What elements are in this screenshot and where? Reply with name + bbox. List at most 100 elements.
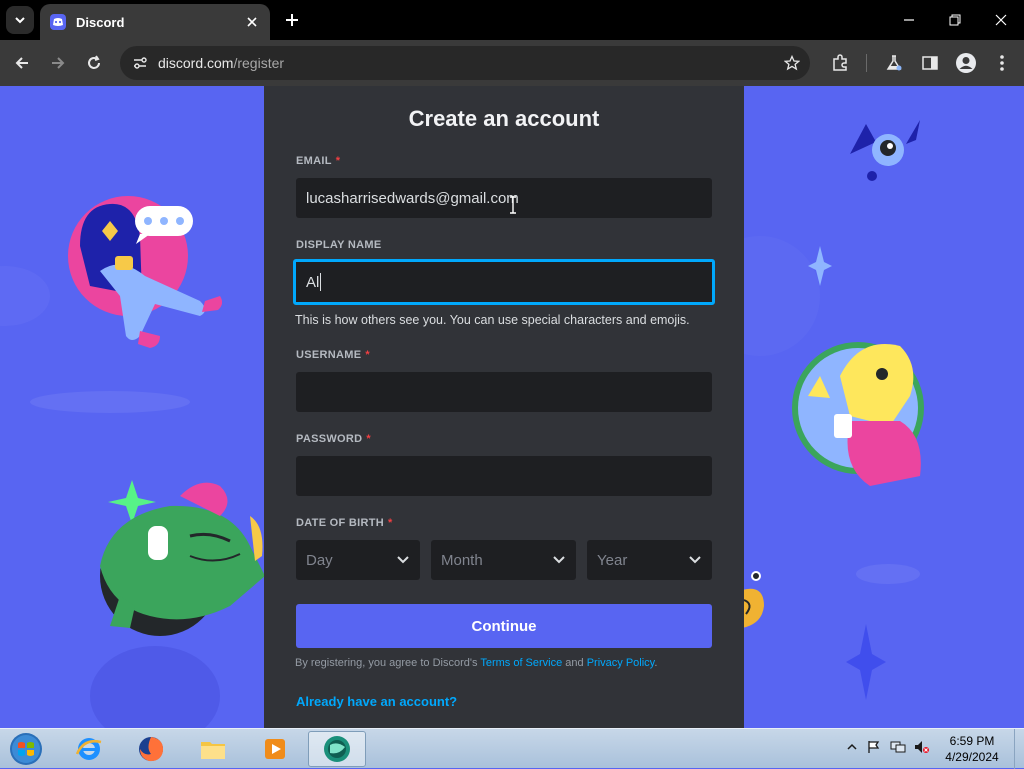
flying-creature-illustration (850, 120, 920, 181)
chevron-up-icon (847, 743, 857, 750)
month-select-value: Month (441, 551, 483, 569)
address-bar[interactable]: discord.com/register (120, 46, 810, 80)
tab-search-button[interactable] (6, 6, 34, 34)
username-field[interactable] (296, 372, 712, 412)
firefox-icon (139, 737, 164, 762)
tab-strip: Discord (0, 0, 1024, 40)
tab-discord[interactable]: Discord (40, 4, 270, 40)
puzzle-icon (833, 54, 847, 71)
cloud-decoration (90, 646, 220, 728)
new-tab-button[interactable] (280, 8, 304, 32)
cloud-decoration (30, 391, 190, 413)
minimize-icon (904, 19, 914, 21)
password-label-text: PASSWORD (296, 433, 363, 445)
site-info-icon[interactable] (130, 53, 150, 73)
password-field[interactable] (296, 456, 712, 496)
dob-label: DATE OF BIRTH * (296, 517, 393, 529)
required-marker: * (388, 517, 393, 529)
text-cursor-icon (510, 196, 516, 214)
bookmark-star-button[interactable] (782, 53, 802, 73)
register-card: Create an account EMAIL * lucasharrisedwa… (264, 86, 744, 728)
tab-close-button[interactable] (244, 14, 260, 30)
clock-time: 6:59 PM (949, 734, 995, 748)
flag-icon (868, 741, 880, 753)
browser-toolbar: discord.com/register (0, 40, 1024, 86)
dob-label-text: DATE OF BIRTH (296, 517, 385, 529)
peeking-creature-illustration (742, 571, 764, 628)
system-clock[interactable]: 6:59 PM 4/29/2024 (935, 733, 1009, 765)
browser-menu-button[interactable] (988, 49, 1016, 77)
display-name-field[interactable]: Al (293, 259, 715, 305)
chevron-down-icon (553, 556, 565, 564)
internet-explorer-icon (75, 738, 102, 760)
side-panel-icon (922, 56, 938, 70)
close-window-button[interactable] (978, 0, 1024, 40)
discord-favicon-icon (50, 14, 66, 30)
arrow-right-icon (52, 57, 65, 69)
display-name-value: Al (306, 273, 320, 291)
show-desktop-button[interactable] (1014, 729, 1024, 769)
url-text: discord.com/register (158, 55, 284, 71)
email-label-text: EMAIL (296, 155, 332, 167)
profile-button[interactable] (952, 49, 980, 77)
labs-button[interactable] (880, 49, 908, 77)
sparkle-icon (846, 624, 886, 700)
email-field[interactable]: lucasharrisedwards@gmail.com (296, 178, 712, 218)
taskbar-firefox[interactable] (126, 731, 176, 767)
privacy-policy-link[interactable]: Privacy Policy (587, 657, 655, 669)
folder-icon (201, 742, 225, 759)
restore-button[interactable] (932, 0, 978, 40)
network-button[interactable] (890, 739, 906, 755)
url-domain: discord.com (158, 55, 234, 71)
taskbar-chrome-active[interactable] (308, 731, 366, 767)
day-select-value: Day (306, 551, 333, 569)
display-name-label: DISPLAY NAME (296, 239, 382, 251)
taskbar-media-player[interactable] (250, 731, 300, 767)
back-button[interactable] (8, 49, 36, 77)
extensions-button[interactable] (826, 49, 854, 77)
reload-button[interactable] (80, 49, 108, 77)
day-select[interactable]: Day (296, 540, 420, 580)
continue-button[interactable]: Continue (296, 604, 712, 648)
text-caret (320, 273, 322, 291)
minimize-button[interactable] (886, 0, 932, 40)
green-creature-headphones-illustration (100, 480, 265, 636)
toolbar-divider (866, 54, 867, 72)
clock-date: 4/29/2024 (945, 750, 999, 764)
register-page: Create an account EMAIL * lucasharrisedwa… (0, 86, 1024, 728)
restore-icon (949, 14, 961, 26)
username-label: USERNAME * (296, 349, 370, 361)
url-path: /register (233, 55, 285, 71)
volume-button[interactable] (914, 739, 930, 755)
more-vert-icon (1000, 55, 1004, 71)
taskbar-file-explorer[interactable] (188, 731, 238, 767)
required-marker: * (366, 433, 371, 445)
year-select[interactable]: Year (587, 540, 712, 580)
forward-button[interactable] (44, 49, 72, 77)
side-panel-button[interactable] (916, 49, 944, 77)
show-hidden-icons-button[interactable] (844, 739, 860, 755)
start-button[interactable] (6, 731, 46, 767)
terms-and: and (562, 657, 587, 669)
cloud-decoration (0, 266, 50, 326)
sparkle-icon (808, 246, 832, 286)
volume-muted-icon (915, 741, 929, 753)
chevron-down-icon (689, 556, 701, 564)
chevron-down-icon (397, 556, 409, 564)
action-center-button[interactable] (866, 739, 882, 755)
yellow-creature-illustration (792, 342, 924, 486)
terms-of-service-link[interactable]: Terms of Service (480, 657, 562, 669)
chevron-down-icon (15, 17, 25, 24)
login-link[interactable]: Already have an account? (296, 694, 457, 709)
close-icon (995, 14, 1007, 26)
flask-icon (886, 55, 902, 71)
month-select[interactable]: Month (431, 540, 576, 580)
display-name-hint: This is how others see you. You can use … (295, 313, 690, 327)
taskbar-internet-explorer[interactable] (64, 731, 114, 767)
tab-title: Discord (76, 14, 125, 30)
girl-with-phone-illustration (68, 196, 223, 348)
profile-avatar-icon (956, 53, 976, 73)
terms-suffix: . (654, 657, 658, 669)
plus-icon (286, 14, 298, 26)
username-label-text: USERNAME (296, 349, 362, 361)
